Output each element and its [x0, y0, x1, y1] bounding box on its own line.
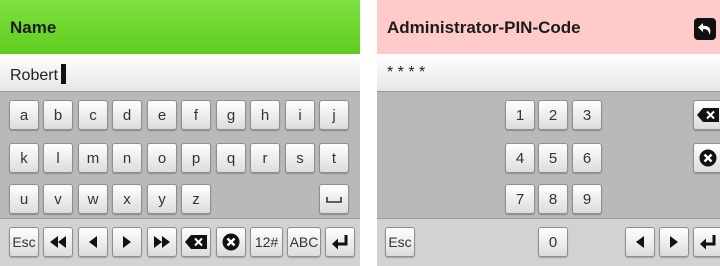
- key-d[interactable]: d: [112, 100, 142, 130]
- cursor-left-button[interactable]: [78, 227, 108, 257]
- key-t[interactable]: t: [319, 143, 349, 173]
- numbers-mode-button[interactable]: 12#: [250, 227, 283, 257]
- key-i[interactable]: i: [285, 100, 315, 130]
- key-1[interactable]: 1: [505, 100, 535, 130]
- undo-arrow-icon: [698, 23, 711, 35]
- key-o[interactable]: o: [147, 143, 177, 173]
- key-e[interactable]: e: [147, 100, 177, 130]
- esc-button[interactable]: Esc: [9, 227, 39, 257]
- enter-button[interactable]: [325, 227, 355, 257]
- key-3[interactable]: 3: [572, 100, 602, 130]
- name-input-value: Robert: [10, 67, 59, 84]
- key-k[interactable]: k: [9, 143, 39, 173]
- cursor-right-button[interactable]: [112, 227, 142, 257]
- pin-header: Administrator-PIN-Code: [377, 0, 720, 54]
- text-cursor: [61, 64, 67, 84]
- key-4[interactable]: 4: [505, 143, 535, 173]
- cursor-left-button[interactable]: [625, 227, 655, 257]
- backspace-button[interactable]: [693, 100, 720, 130]
- space-icon: [326, 197, 342, 203]
- backspace-icon: [697, 108, 719, 122]
- name-header: Name: [0, 0, 360, 54]
- letters-mode-button[interactable]: ABC: [287, 227, 321, 257]
- double-arrow-right-icon: [154, 236, 170, 248]
- key-l[interactable]: l: [43, 143, 73, 173]
- key-6[interactable]: 6: [572, 143, 602, 173]
- key-x[interactable]: x: [112, 184, 142, 214]
- key-n[interactable]: n: [112, 143, 142, 173]
- key-v[interactable]: v: [43, 184, 73, 214]
- key-2[interactable]: 2: [538, 100, 568, 130]
- double-arrow-left-icon: [50, 236, 66, 248]
- clear-button[interactable]: [216, 227, 246, 257]
- key-0[interactable]: 0: [538, 227, 568, 257]
- clear-circle-icon: [699, 149, 717, 167]
- page-title: Name: [10, 18, 57, 37]
- key-c[interactable]: c: [78, 100, 108, 130]
- cursor-right-button[interactable]: [659, 227, 689, 257]
- key-z[interactable]: z: [181, 184, 211, 214]
- key-8[interactable]: 8: [538, 184, 568, 214]
- clear-button[interactable]: [693, 143, 720, 173]
- key-w[interactable]: w: [78, 184, 108, 214]
- enter-icon: [332, 235, 348, 250]
- pin-input[interactable]: * * * *: [377, 54, 720, 92]
- space-key[interactable]: [319, 184, 349, 214]
- backspace-icon: [185, 235, 207, 249]
- page-title: Administrator-PIN-Code: [387, 18, 581, 37]
- word-right-button[interactable]: [147, 227, 177, 257]
- back-button[interactable]: [694, 18, 716, 40]
- key-g[interactable]: g: [216, 100, 246, 130]
- key-p[interactable]: p: [181, 143, 211, 173]
- name-input[interactable]: Robert: [0, 54, 360, 92]
- arrow-left-icon: [636, 236, 644, 248]
- key-9[interactable]: 9: [572, 184, 602, 214]
- arrow-right-icon: [123, 236, 131, 248]
- key-b[interactable]: b: [43, 100, 73, 130]
- key-y[interactable]: y: [147, 184, 177, 214]
- key-m[interactable]: m: [78, 143, 108, 173]
- key-5[interactable]: 5: [538, 143, 568, 173]
- esc-button[interactable]: Esc: [385, 227, 415, 257]
- word-left-button[interactable]: [43, 227, 73, 257]
- key-a[interactable]: a: [9, 100, 39, 130]
- key-r[interactable]: r: [250, 143, 280, 173]
- key-7[interactable]: 7: [505, 184, 535, 214]
- key-s[interactable]: s: [285, 143, 315, 173]
- key-f[interactable]: f: [181, 100, 211, 130]
- backspace-button[interactable]: [181, 227, 211, 257]
- arrow-right-icon: [670, 236, 678, 248]
- pin-input-value: * * * *: [387, 64, 426, 81]
- enter-icon: [700, 235, 716, 250]
- pin-keypad-panel: Administrator-PIN-Code * * * * 1 2 3 4 5…: [377, 0, 720, 266]
- key-q[interactable]: q: [216, 143, 246, 173]
- key-h[interactable]: h: [250, 100, 280, 130]
- clear-circle-icon: [222, 233, 240, 251]
- arrow-left-icon: [89, 236, 97, 248]
- key-u[interactable]: u: [9, 184, 39, 214]
- name-keyboard-panel: Name Robert a b c d e f g h i j k l m n …: [0, 0, 360, 266]
- enter-button[interactable]: [693, 227, 720, 257]
- key-j[interactable]: j: [319, 100, 349, 130]
